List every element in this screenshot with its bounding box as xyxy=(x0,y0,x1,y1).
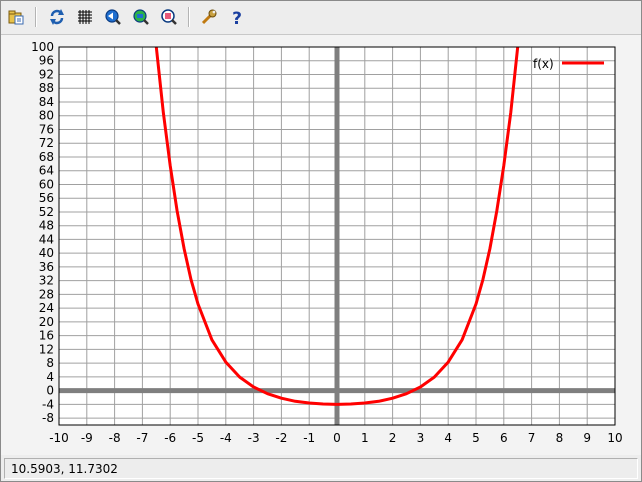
x-tick-label: 1 xyxy=(361,431,369,445)
x-tick-label: -1 xyxy=(303,431,315,445)
legend-label: f(x) xyxy=(533,57,554,71)
zoom-fit-icon[interactable] xyxy=(158,6,180,28)
y-tick-label: 16 xyxy=(39,329,54,343)
x-tick-label: 7 xyxy=(528,431,536,445)
x-tick-label: 5 xyxy=(472,431,480,445)
y-tick-label: 40 xyxy=(39,246,54,260)
y-tick-label: 92 xyxy=(39,67,54,81)
y-tick-label: 76 xyxy=(39,122,54,136)
function-plot[interactable]: -8-4048121620242832364044485256606468727… xyxy=(1,35,641,455)
x-tick-label: -5 xyxy=(192,431,204,445)
zoom-back-icon[interactable] xyxy=(102,6,124,28)
y-tick-label: 28 xyxy=(39,287,54,301)
y-tick-label: 72 xyxy=(39,136,54,150)
y-tick-label: 24 xyxy=(39,301,54,315)
x-tick-label: 4 xyxy=(444,431,452,445)
cursor-coordinates: 10.5903, 11.7302 xyxy=(11,462,118,476)
x-tick-label: -2 xyxy=(275,431,287,445)
x-tick-label: -9 xyxy=(81,431,93,445)
y-tick-label: 96 xyxy=(39,54,54,68)
y-tick-label: 84 xyxy=(39,95,54,109)
x-tick-label: 6 xyxy=(500,431,508,445)
y-tick-label: 60 xyxy=(39,177,54,191)
y-tick-label: 4 xyxy=(46,370,54,384)
y-tick-label: 88 xyxy=(39,81,54,95)
x-tick-label: -4 xyxy=(220,431,232,445)
x-tick-labels: -10 -9 -8 -7 -6 -5 -4 -3 -2 -1 0 1 2 3 4 5 6 7 8 9 10 xyxy=(49,431,622,445)
grid-icon[interactable] xyxy=(74,6,96,28)
y-tick-label: 20 xyxy=(39,315,54,329)
y-tick-label: 68 xyxy=(39,150,54,164)
plot-area[interactable]: -8 -4 0 4 8 12 16 20 24 28 32 36 40 44 48 52 56 60 64 68 72 7… xyxy=(1,35,641,455)
y-tick-label: 48 xyxy=(39,219,54,233)
y-tick-label: -8 xyxy=(42,411,54,425)
x-tick-label: 9 xyxy=(583,431,591,445)
y-tick-label: 52 xyxy=(39,205,54,219)
y-tick-label: -4 xyxy=(42,397,54,411)
status-bar: 10.5903, 11.7302 xyxy=(4,458,638,479)
y-tick-label: 8 xyxy=(46,356,54,370)
plot-window: ? -8 -4 0 4 8 12 16 20 24 28 32 36 40 44 48 52 56 60 64 68 7… xyxy=(0,0,642,482)
y-tick-label: 44 xyxy=(39,232,54,246)
help-icon[interactable]: ? xyxy=(226,6,248,28)
settings-wrench-icon[interactable] xyxy=(198,6,220,28)
x-tick-label: -3 xyxy=(248,431,260,445)
x-tick-label: 2 xyxy=(389,431,397,445)
refresh-icon[interactable] xyxy=(46,6,68,28)
y-tick-label: 64 xyxy=(39,164,54,178)
x-tick-label: -10 xyxy=(49,431,69,445)
y-tick-label: 56 xyxy=(39,191,54,205)
open-icon[interactable] xyxy=(5,6,27,28)
toolbar: ? xyxy=(1,1,641,35)
y-tick-label: 36 xyxy=(39,260,54,274)
zoom-in-icon[interactable] xyxy=(130,6,152,28)
x-tick-label: 3 xyxy=(417,431,425,445)
x-tick-label: 8 xyxy=(556,431,564,445)
x-tick-label: -8 xyxy=(109,431,121,445)
x-tick-label: 0 xyxy=(333,431,341,445)
svg-text:?: ? xyxy=(232,9,242,26)
toolbar-separator xyxy=(188,7,190,27)
x-tick-label: -6 xyxy=(164,431,176,445)
y-tick-labels: -8-4048121620242832364044485256606468727… xyxy=(31,40,54,425)
x-tick-label: -7 xyxy=(136,431,148,445)
y-tick-label: 80 xyxy=(39,109,54,123)
toolbar-separator xyxy=(35,7,37,27)
y-tick-label: 100 xyxy=(31,40,54,54)
y-tick-label: 0 xyxy=(46,384,54,398)
y-tick-label: 32 xyxy=(39,274,54,288)
x-tick-label: 10 xyxy=(607,431,622,445)
y-tick-label: 12 xyxy=(39,342,54,356)
